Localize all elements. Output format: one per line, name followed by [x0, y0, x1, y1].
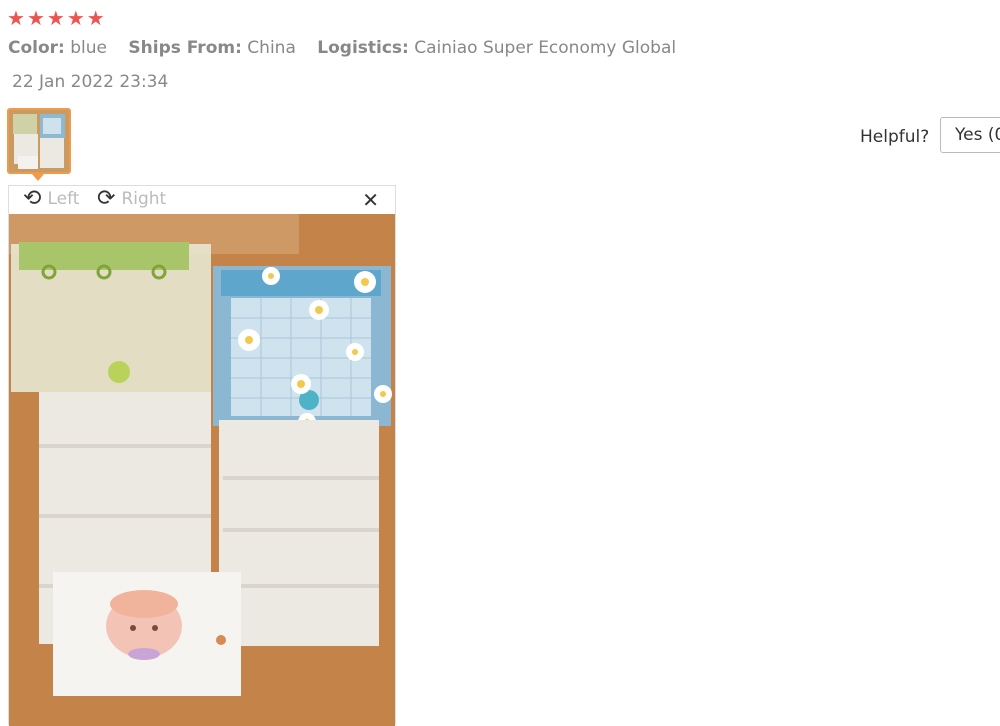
ships-from-value: China	[247, 38, 296, 58]
review-attributes: Color: blue Ships From: China Logistics:…	[8, 38, 692, 58]
color-label: Color:	[8, 38, 65, 58]
thumbnail-pointer-icon	[32, 174, 44, 181]
review-photo	[9, 214, 395, 726]
logistics-value: Cainiao Super Economy Global	[414, 38, 677, 58]
thumbnail-image	[9, 110, 69, 172]
color-attribute: Color: blue	[8, 38, 112, 58]
close-icon[interactable]: ✕	[362, 188, 379, 212]
logistics-attribute: Logistics: Cainiao Super Economy Global	[317, 38, 676, 58]
ships-from-label: Ships From:	[128, 38, 242, 58]
color-value: blue	[70, 38, 107, 58]
helpful-label: Helpful?	[860, 127, 930, 147]
review-photo-thumbnail[interactable]	[7, 108, 71, 174]
rotate-left-icon: ⟲	[23, 186, 42, 211]
star-icon: ★	[86, 6, 105, 30]
star-icon: ★	[46, 6, 65, 30]
rotate-left-label: Left	[47, 189, 80, 209]
star-icon: ★	[7, 6, 25, 30]
star-icon: ★	[66, 6, 85, 30]
photo-viewer: ⟲ Left ⟳ Right ✕	[8, 185, 396, 726]
review-date: 22 Jan 2022 23:34	[12, 72, 169, 92]
logistics-label: Logistics:	[317, 38, 409, 58]
rotate-right-icon: ⟳	[97, 186, 116, 211]
viewer-toolbar: ⟲ Left ⟳ Right ✕	[9, 186, 395, 214]
rotate-left-button[interactable]: ⟲ Left	[23, 188, 79, 210]
helpful-yes-button[interactable]: Yes (0	[940, 117, 1000, 153]
rotate-right-label: Right	[121, 189, 167, 209]
rotate-right-button[interactable]: ⟳ Right	[97, 188, 166, 210]
star-icon: ★	[26, 6, 45, 30]
rating-stars: ★ ★ ★ ★ ★	[7, 6, 105, 30]
ships-from-attribute: Ships From: China	[128, 38, 301, 58]
